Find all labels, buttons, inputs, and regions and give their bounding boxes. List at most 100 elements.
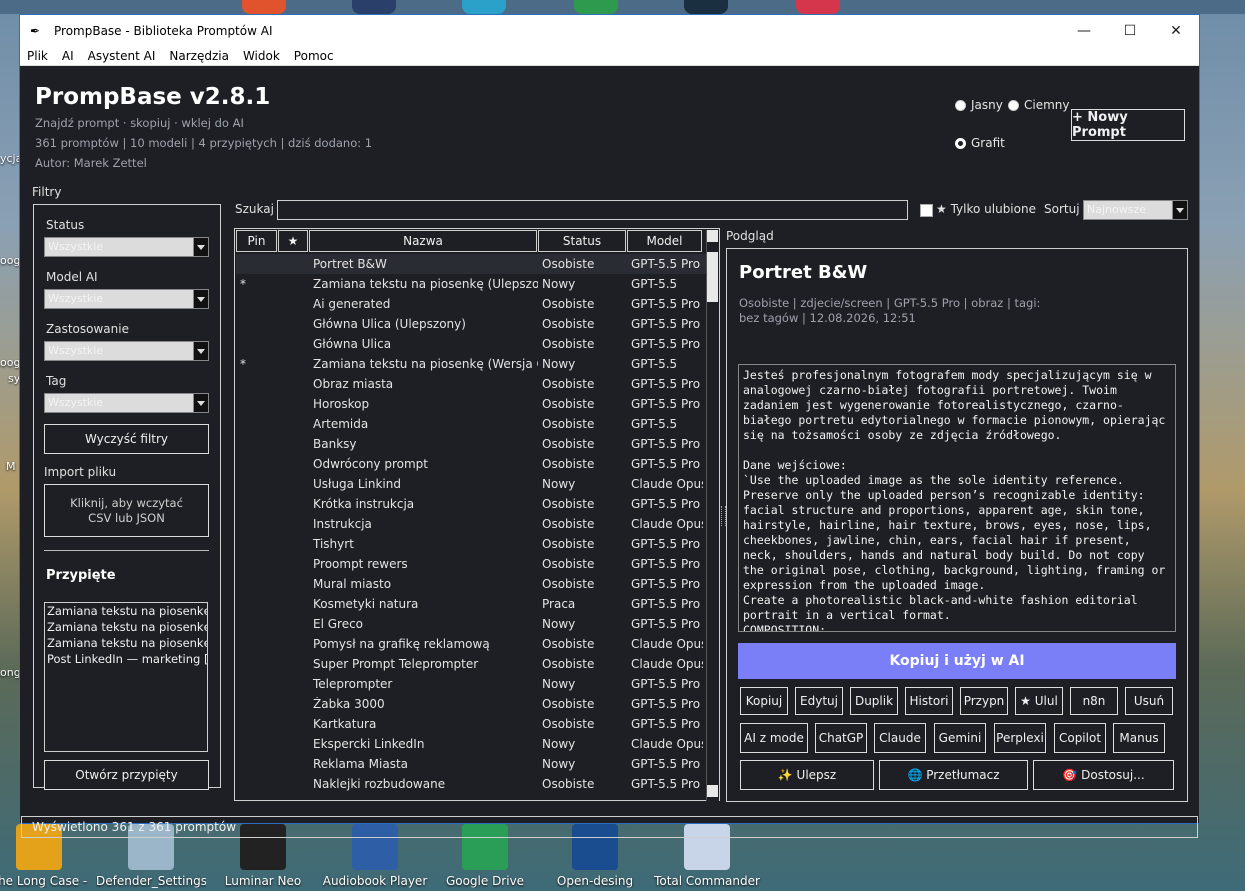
desktop-icon-label: Open-desing <box>556 874 634 888</box>
maximize-icon[interactable]: ☐ <box>1107 23 1153 39</box>
pinned-list[interactable]: Zamiana tekstu na piosenkę (U Zamiana te… <box>44 602 208 752</box>
action-button-actions_row2-3[interactable]: Gemini <box>934 723 986 753</box>
table-row[interactable]: Żabka 3000 Osobiste GPT-5.5 Pro <box>236 694 706 714</box>
table-row[interactable]: Naklejki rozbudowane Osobiste GPT-5.5 Pro <box>236 774 706 794</box>
desktop-app-icon[interactable] <box>684 0 728 14</box>
cell-status: Osobiste <box>542 517 595 531</box>
import-file-dropzone[interactable]: Kliknij, aby wczytać CSV lub JSON <box>44 484 209 537</box>
table-row[interactable]: Pomysł na grafikę reklamową Osobiste Claud… <box>236 634 706 654</box>
pinned-item[interactable]: Zamiana tekstu na piosenkę (W <box>45 619 207 635</box>
table-row[interactable]: Kartkatura Osobiste GPT-5.5 Pro <box>236 714 706 734</box>
action-button-actions_row1-6[interactable]: n8n <box>1070 687 1118 715</box>
table-row[interactable]: Usługa Linkind Nowy Claude Opus <box>236 474 706 494</box>
scroll-down-arrow[interactable] <box>707 785 718 797</box>
open-pinned-button[interactable]: Otwórz przypięty <box>44 760 209 790</box>
cell-model: GPT-5.5 Pro <box>631 577 701 591</box>
action-button-actions_row1-7[interactable]: Usuń <box>1125 687 1173 715</box>
clear-filters-button[interactable]: Wyczyść filtry <box>44 424 209 454</box>
action-button-actions_row1-0[interactable]: Kopiuj <box>740 687 788 715</box>
minimize-icon[interactable]: — <box>1061 23 1107 39</box>
menu-widok[interactable]: Widok <box>236 49 287 63</box>
action-button-actions_row2-0[interactable]: AI z mode <box>740 723 808 753</box>
scroll-thumb[interactable] <box>707 252 718 302</box>
desktop-app-icon[interactable] <box>352 0 396 14</box>
close-icon[interactable]: ✕ <box>1153 23 1199 39</box>
tag-filter-select[interactable]: Wszystkie <box>44 393 209 413</box>
desktop-app-icon[interactable] <box>242 0 286 14</box>
model-filter-select[interactable]: Wszystkie <box>44 289 209 309</box>
table-row[interactable]: Reklama Miasta Nowy GPT-5.5 Pro <box>236 754 706 774</box>
favorites-checkbox[interactable] <box>920 204 933 217</box>
action-button-actions_row1-5[interactable]: ★ Ulul <box>1015 687 1063 715</box>
table-row[interactable]: Ekspercki LinkedIn Nowy Claude Opus <box>236 734 706 754</box>
table-row[interactable]: Obraz miasta Osobiste GPT-5.5 Pro <box>236 374 706 394</box>
col-name[interactable]: Nazwa <box>309 230 537 252</box>
cell-status: Osobiste <box>542 437 595 451</box>
pinned-item[interactable]: Zamiana tekstu na piosenkę (U <box>45 603 207 619</box>
table-row[interactable]: Główna Ulica (Ulepszony) Osobiste GPT-5.5 … <box>236 314 706 334</box>
table-row[interactable]: Odwrócony prompt Osobiste GPT-5.5 Pro <box>236 454 706 474</box>
table-row[interactable]: Ai generated Osobiste GPT-5.5 Pro <box>236 294 706 314</box>
prompt-text-area[interactable]: Jesteś profesjonalnym fotografem mody sp… <box>738 364 1176 632</box>
action-button-actions_row1-4[interactable]: Przypn <box>960 687 1008 715</box>
table-row[interactable]: Proompt rewers Osobiste GPT-5.5 Pro <box>236 554 706 574</box>
action-button-actions_row3-1[interactable]: 🌐 Przetłumacz <box>879 760 1028 790</box>
usage-filter-select[interactable]: Wszystkie <box>44 341 209 361</box>
scroll-up-arrow[interactable] <box>707 230 718 242</box>
action-button-actions_row2-2[interactable]: Claude <box>874 723 926 753</box>
desktop-app-icon[interactable] <box>574 0 618 14</box>
desktop-icon-label: Total Commander <box>654 874 760 888</box>
table-row[interactable]: Banksy Osobiste GPT-5.5 Pro <box>236 434 706 454</box>
cell-model: GPT-5.5 Pro <box>631 457 701 471</box>
col-status[interactable]: Status <box>538 230 626 252</box>
cell-name: Ekspercki LinkedIn <box>313 737 425 751</box>
table-row[interactable]: Teleprompter Nowy GPT-5.5 Pro <box>236 674 706 694</box>
table-row[interactable]: El Greco Nowy GPT-5.5 Pro <box>236 614 706 634</box>
table-row[interactable]: Horoskop Osobiste GPT-5.5 Pro <box>236 394 706 414</box>
table-row[interactable]: Główna Ulica Osobiste GPT-5.5 Pro <box>236 334 706 354</box>
table-row[interactable]: Super Prompt Teleprompter Osobiste Claude … <box>236 654 706 674</box>
table-row[interactable]: Tishyrt Osobiste GPT-5.5 Pro <box>236 534 706 554</box>
sort-select[interactable]: Najnowsze <box>1083 200 1188 220</box>
table-row[interactable]: Krótka instrukcja Osobiste GPT-5.5 Pro <box>236 494 706 514</box>
action-button-actions_row2-1[interactable]: ChatGP <box>815 723 867 753</box>
preview-title: Portret B&W <box>739 262 868 283</box>
action-button-actions_row1-1[interactable]: Edytuj <box>795 687 843 715</box>
menu-pomoc[interactable]: Pomoc <box>287 49 341 63</box>
desktop-app-icon[interactable] <box>796 0 840 14</box>
search-input[interactable] <box>277 200 908 220</box>
action-button-actions_row2-5[interactable]: Copilot <box>1054 723 1106 753</box>
status-filter-select[interactable]: Wszystkie <box>44 237 209 257</box>
menu-ai[interactable]: AI <box>55 49 81 63</box>
desktop-app-icon[interactable] <box>462 0 506 14</box>
app-content: PrompBase v2.8.1 Znajdź prompt · skopiuj… <box>20 66 1199 838</box>
col-pin[interactable]: Pin <box>236 230 277 252</box>
menu-asystent-ai[interactable]: Asystent AI <box>81 49 163 63</box>
action-button-actions_row2-4[interactable]: Perplexi <box>994 723 1046 753</box>
table-row[interactable]: * Zamiana tekstu na piosenkę (Wersja Chat… <box>236 354 706 374</box>
action-button-actions_row3-0[interactable]: ✨ Ulepsz <box>740 760 874 790</box>
cell-status: Nowy <box>542 617 576 631</box>
col-favorite[interactable]: ★ <box>278 230 308 252</box>
action-button-actions_row1-2[interactable]: Duplik <box>850 687 898 715</box>
menu-plik[interactable]: Plik <box>20 49 55 63</box>
col-model[interactable]: Model <box>627 230 702 252</box>
menu-narzedzia[interactable]: Narzędzia <box>162 49 236 63</box>
action-button-actions_row2-6[interactable]: Manus <box>1113 723 1165 753</box>
table-row[interactable]: Portret B&W Osobiste GPT-5.5 Pro <box>236 254 706 274</box>
table-row[interactable]: Instrukcja Osobiste Claude Opus <box>236 514 706 534</box>
action-button-actions_row1-3[interactable]: Histori <box>905 687 953 715</box>
new-prompt-button[interactable]: + Nowy Prompt <box>1071 109 1185 141</box>
table-row[interactable]: Kosmetyki natura Praca GPT-5.5 Pro <box>236 594 706 614</box>
table-row[interactable]: Mural miasto Osobiste GPT-5.5 Pro <box>236 574 706 594</box>
theme-radio-grafit[interactable]: Grafit <box>955 136 1005 150</box>
theme-radio-jasny[interactable]: Jasny <box>955 98 1003 112</box>
copy-and-use-button[interactable]: Kopiuj i użyj w AI <box>738 643 1176 679</box>
action-button-actions_row3-2[interactable]: 🎯 Dostosuj... <box>1033 760 1174 790</box>
table-scrollbar[interactable] <box>706 230 719 801</box>
table-row[interactable]: * Zamiana tekstu na piosenkę (Ulepszony) N… <box>236 274 706 294</box>
pinned-item[interactable]: Post LinkedIn — marketing [GP <box>45 651 207 667</box>
theme-radio-ciemny[interactable]: Ciemny <box>1008 98 1070 112</box>
table-row[interactable]: Artemida Osobiste GPT-5.5 <box>236 414 706 434</box>
pinned-item[interactable]: Zamiana tekstu na piosenkę [G <box>45 635 207 651</box>
